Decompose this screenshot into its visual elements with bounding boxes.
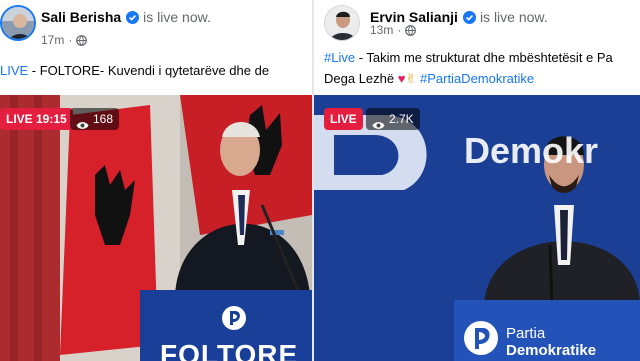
live-badge: LIVE 19:15 bbox=[0, 108, 73, 130]
podium-text-line-1: Partia bbox=[506, 325, 546, 342]
live-status-text: is live now. bbox=[479, 9, 548, 25]
live-badge: LIVE bbox=[324, 108, 363, 130]
podium-text-line-2: Demokratike bbox=[506, 342, 597, 359]
live-video[interactable]: Demokr LIVE 2.7K Partia Demokratike bbox=[314, 95, 640, 361]
viewer-count-value: 2.7K bbox=[389, 112, 414, 126]
victory-hand-emoji: ✌ bbox=[405, 71, 417, 86]
post-text-body: - Takim me strukturat dhe mbështetësit e… bbox=[355, 50, 613, 65]
video-frame-left bbox=[0, 95, 312, 361]
post-header: Sali Berisha is live now. 17m · LIVE - F… bbox=[0, 0, 312, 95]
live-status-text: is live now. bbox=[143, 9, 211, 25]
viewer-count-value: 168 bbox=[93, 112, 114, 126]
author-row: Sali Berisha is live now. bbox=[41, 8, 211, 26]
hashtag-partia-demokratike[interactable]: #PartiaDemokratike bbox=[420, 71, 534, 86]
post-header: Ervin Salianji is live now. 13m · #Live … bbox=[314, 0, 640, 95]
verified-badge-icon bbox=[126, 10, 140, 24]
post-text-line-2-body: Dega Lezhë bbox=[324, 71, 398, 86]
post-timestamp[interactable]: 17m bbox=[41, 33, 64, 47]
backdrop-text: Demokr bbox=[464, 130, 599, 171]
hashtag-live[interactable]: LIVE bbox=[0, 63, 28, 78]
live-video[interactable]: LIVE 19:15 168 FOLTORE bbox=[0, 95, 312, 361]
live-post-sali-berisha: Sali Berisha is live now. 17m · LIVE - F… bbox=[0, 0, 312, 361]
post-text-body: - FOLTORE- Kuvendi i qytetarëve dhe de bbox=[28, 63, 270, 78]
partia-demokratike-logo bbox=[464, 321, 498, 355]
partia-demokratike-logo bbox=[222, 306, 246, 330]
podium-text: FOLTORE bbox=[160, 339, 299, 361]
author-name[interactable]: Sali Berisha bbox=[41, 9, 121, 25]
verified-badge-icon bbox=[462, 10, 476, 24]
globe-icon bbox=[76, 34, 88, 46]
viewer-count: 2.7K bbox=[366, 108, 420, 130]
post-text: #Live - Takim me strukturat dhe mbështet… bbox=[324, 47, 613, 89]
globe-icon bbox=[405, 24, 417, 36]
avatar[interactable] bbox=[0, 5, 36, 41]
separator-dot: · bbox=[397, 23, 402, 37]
post-timestamp[interactable]: 13m bbox=[370, 23, 393, 37]
hashtag-live[interactable]: #Live bbox=[324, 50, 355, 65]
post-meta: 13m · bbox=[370, 23, 417, 37]
post-meta: 17m · bbox=[41, 33, 88, 47]
post-text: LIVE - FOLTORE- Kuvendi i qytetarëve dhe… bbox=[0, 60, 269, 81]
live-post-ervin-salianji: Ervin Salianji is live now. 13m · #Live … bbox=[314, 0, 640, 361]
avatar[interactable] bbox=[324, 5, 360, 41]
eye-icon bbox=[372, 115, 385, 129]
eye-icon bbox=[76, 115, 89, 129]
post-text-line-1: #Live - Takim me strukturat dhe mbështet… bbox=[324, 47, 613, 68]
separator-dot: · bbox=[68, 33, 73, 47]
viewer-count: 168 bbox=[70, 108, 120, 130]
post-text-line-2: Dega Lezhë ♥✌ #PartiaDemokratike bbox=[324, 68, 613, 89]
